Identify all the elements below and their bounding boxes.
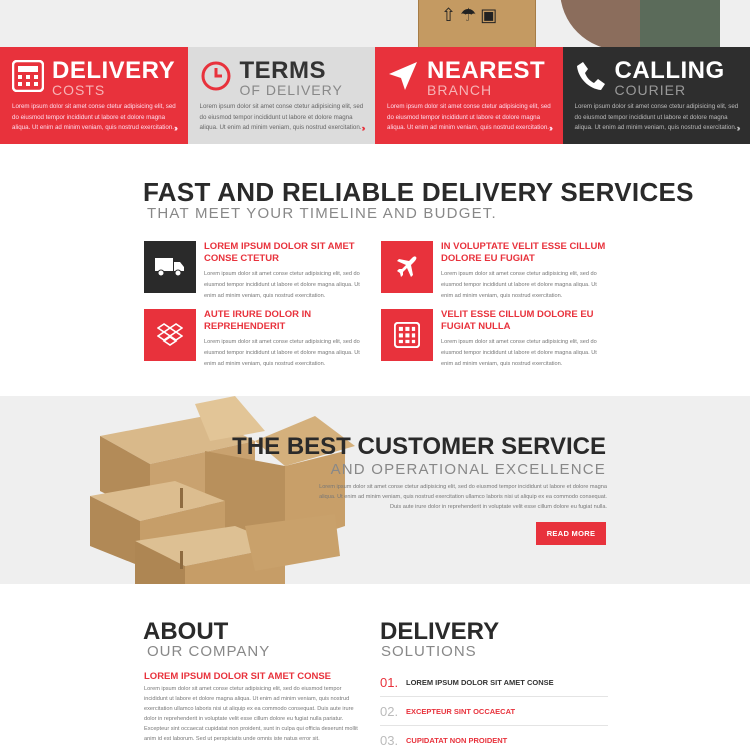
feature-delivery-costs[interactable]: DELIVERY COSTS Lorem ipsum dolor sit ame… <box>0 47 188 144</box>
clock-icon <box>201 61 230 91</box>
chevron-right-icon[interactable]: ›› <box>549 123 553 134</box>
location-arrow-icon <box>389 62 417 90</box>
service-item[interactable]: IN VOLUPTATE VELIT ESSE CILLUM DOLORE EU… <box>381 241 611 301</box>
delivery-subtitle: SOLUTIONS <box>381 643 477 660</box>
fragile-symbols-icon: ⇧☂▣ <box>441 5 502 26</box>
services-title: FAST AND RELIABLE DELIVERY SERVICES <box>143 177 694 207</box>
delivery-solutions-list: 01. LOREM IPSUM DOLOR SIT AMET CONSE 02.… <box>380 668 608 750</box>
about-text: Lorem ipsum dolor sit amet conse ctetur … <box>144 686 358 742</box>
service-heading: LOREM IPSUM DOLOR SIT AMET CONSE CTETUR <box>204 241 355 264</box>
hero-courier-shirt <box>640 0 720 47</box>
dropbox-icon <box>157 323 183 346</box>
delivery-title: DELIVERY <box>380 618 500 645</box>
feature-title: TERMS <box>239 57 326 84</box>
feature-title: NEAREST <box>427 57 546 84</box>
delivery-list-item[interactable]: 02. EXCEPTEUR SINT OCCAECAT <box>380 697 608 726</box>
feature-title: CALLING <box>614 57 725 84</box>
service-icon-box <box>381 241 433 293</box>
service-heading: AUTE IRURE DOLOR IN REPREHENDERIT <box>204 309 312 332</box>
item-label: CUPIDATAT NON PROIDENT <box>406 736 508 745</box>
feature-description: Lorem ipsum dolor sit amet conse ctetur … <box>574 103 739 131</box>
customer-service-text: Lorem ipsum dolor sit amet conse ctetur … <box>319 484 607 510</box>
services-subtitle: THAT MEET YOUR TIMELINE AND BUDGET. <box>147 205 497 222</box>
about-subtitle: OUR COMPANY <box>147 643 271 660</box>
feature-terms-of-delivery[interactable]: TERMS OF DELIVERY Lorem ipsum dolor sit … <box>187 47 375 144</box>
feature-subtitle: OF DELIVERY <box>239 82 343 98</box>
feature-description: Lorem ipsum dolor sit amet conse ctetur … <box>387 103 551 131</box>
about-heading[interactable]: LOREM IPSUM DOLOR SIT AMET CONSE <box>144 671 331 682</box>
read-more-button[interactable]: READ MORE <box>536 522 606 545</box>
service-text: Lorem ipsum dolor sit amet conse ctetur … <box>204 271 360 299</box>
phone-icon <box>576 62 605 90</box>
customer-service-title: THE BEST CUSTOMER SERVICE <box>232 433 606 460</box>
service-heading: IN VOLUPTATE VELIT ESSE CILLUM DOLORE EU… <box>441 241 606 264</box>
service-text: Lorem ipsum dolor sit amet conse ctetur … <box>441 271 597 299</box>
feature-text: Lorem ipsum dolor sit amet conse ctetur … <box>12 102 180 134</box>
truck-icon <box>155 258 184 277</box>
delivery-list-item[interactable]: 01. LOREM IPSUM DOLOR SIT AMET CONSE <box>380 668 608 697</box>
chevron-right-icon[interactable]: ›› <box>736 123 740 134</box>
chevron-right-icon[interactable]: ›› <box>174 123 178 134</box>
service-text: Lorem ipsum dolor sit amet conse ctetur … <box>441 339 597 367</box>
feature-blocks: DELIVERY COSTS Lorem ipsum dolor sit ame… <box>0 47 750 144</box>
chevron-right-icon[interactable]: ›› <box>361 123 365 134</box>
service-heading: VELIT ESSE CILLUM DOLORE EU FUGIAT NULLA <box>441 309 594 332</box>
about-title: ABOUT <box>143 618 229 645</box>
hero-cardboard-box: ⇧☂▣ <box>418 0 536 47</box>
item-number: 02. <box>380 703 399 719</box>
feature-title: DELIVERY <box>52 57 176 84</box>
service-item[interactable]: VELIT ESSE CILLUM DOLORE EU FUGIAT NULLA… <box>381 309 611 369</box>
airplane-icon <box>397 256 417 277</box>
service-item[interactable]: LOREM IPSUM DOLOR SIT AMET CONSE CTETUR … <box>144 241 374 301</box>
feature-text: Lorem ipsum dolor sit amet conse ctetur … <box>200 102 368 134</box>
service-icon-box <box>381 309 433 361</box>
calculator-icon <box>394 322 420 348</box>
feature-subtitle: COSTS <box>52 82 106 98</box>
feature-text: Lorem ipsum dolor sit amet conse ctetur … <box>575 102 743 134</box>
feature-description: Lorem ipsum dolor sit amet conse ctetur … <box>12 103 176 131</box>
service-icon-box <box>144 241 196 293</box>
customer-service-subtitle: AND OPERATIONAL EXCELLENCE <box>330 461 606 478</box>
feature-calling-courier[interactable]: CALLING COURIER Lorem ipsum dolor sit am… <box>562 47 750 144</box>
calculator-icon <box>12 60 44 92</box>
service-icon-box <box>144 309 196 361</box>
service-item[interactable]: AUTE IRURE DOLOR IN REPREHENDERIT Lorem … <box>144 309 374 369</box>
feature-subtitle: COURIER <box>614 82 687 98</box>
hero-banner: ⇧☂▣ <box>0 0 750 47</box>
item-label: EXCEPTEUR SINT OCCAECAT <box>406 706 516 716</box>
feature-nearest-branch[interactable]: NEAREST BRANCH Lorem ipsum dolor sit ame… <box>375 47 563 144</box>
feature-subtitle: BRANCH <box>427 82 493 98</box>
item-number: 01. <box>380 674 399 690</box>
service-text: Lorem ipsum dolor sit amet conse ctetur … <box>204 339 360 367</box>
item-number: 03. <box>380 733 399 748</box>
feature-text: Lorem ipsum dolor sit amet conse ctetur … <box>387 102 555 134</box>
item-label: LOREM IPSUM DOLOR SIT AMET CONSE <box>406 677 554 687</box>
delivery-list-item[interactable]: 03. CUPIDATAT NON PROIDENT <box>380 726 608 750</box>
feature-description: Lorem ipsum dolor sit amet conse ctetur … <box>199 103 364 131</box>
